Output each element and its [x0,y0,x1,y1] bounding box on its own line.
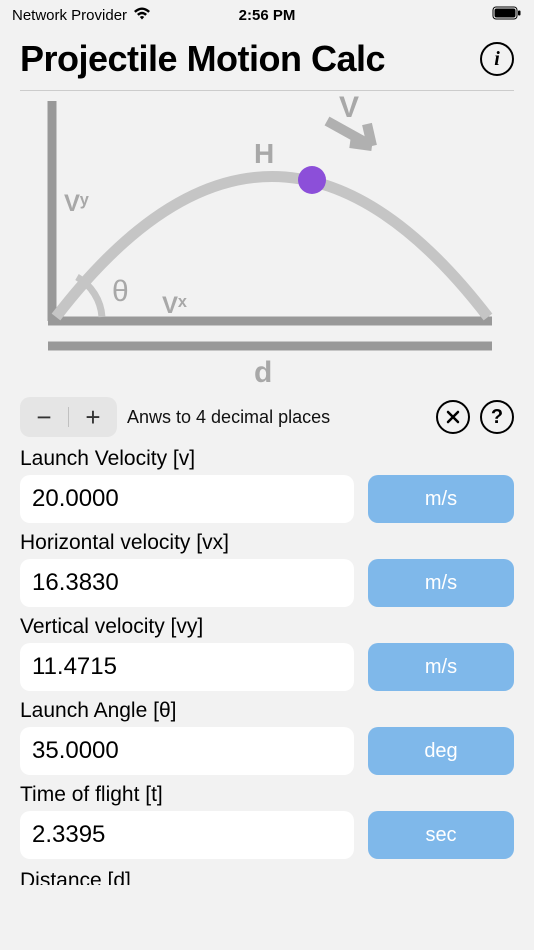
field-label: Launch Velocity [v] [20,447,514,471]
launch-angle-input[interactable] [20,727,354,775]
page-title: Projectile Motion Calc [20,38,385,80]
vertical-velocity-input[interactable] [20,643,354,691]
battery-icon [492,6,522,24]
help-button[interactable]: ? [480,400,514,434]
network-provider-text: Network Provider [12,7,127,24]
precision-stepper: − + [20,397,117,437]
horizontal-velocity-input[interactable] [20,559,354,607]
status-time: 2:56 PM [239,7,296,24]
label-Vy: Vʸ [64,190,89,217]
launch-velocity-input[interactable] [20,475,354,523]
label-d: d [254,356,272,389]
field-label: Time of flight [t] [20,783,514,807]
fields-container: Launch Velocity [v] m/s Horizontal veloc… [0,447,534,859]
field-launch-angle: Launch Angle [θ] deg [20,699,514,775]
label-H: H [254,138,274,169]
field-label: Horizontal velocity [vx] [20,531,514,555]
precision-text: Anws to 4 decimal places [127,407,426,428]
app-header: Projectile Motion Calc i [0,30,534,84]
controls-row: − + Anws to 4 decimal places ? [0,391,534,447]
label-V: V [339,91,359,124]
unit-button-vy[interactable]: m/s [368,643,514,691]
label-Vx: Vˣ [162,292,187,319]
unit-button-time[interactable]: sec [368,811,514,859]
field-distance-partial: Distance [d] [0,867,534,885]
unit-button-vx[interactable]: m/s [368,559,514,607]
unit-button-angle[interactable]: deg [368,727,514,775]
info-button[interactable]: i [480,42,514,76]
field-time-of-flight: Time of flight [t] sec [20,783,514,859]
field-label: Vertical velocity [vy] [20,615,514,639]
clear-button[interactable] [436,400,470,434]
status-bar: Network Provider 2:56 PM [0,0,534,30]
wifi-icon [133,7,151,24]
status-left: Network Provider [12,7,151,24]
precision-plus-button[interactable]: + [69,397,117,437]
field-horizontal-velocity: Horizontal velocity [vx] m/s [20,531,514,607]
projectile-diagram: V H Vʸ Vˣ θ d [20,91,514,391]
unit-button-v[interactable]: m/s [368,475,514,523]
field-launch-velocity: Launch Velocity [v] m/s [20,447,514,523]
field-vertical-velocity: Vertical velocity [vy] m/s [20,615,514,691]
label-theta: θ [112,275,129,308]
time-of-flight-input[interactable] [20,811,354,859]
field-label: Launch Angle [θ] [20,699,514,723]
precision-minus-button[interactable]: − [20,397,68,437]
